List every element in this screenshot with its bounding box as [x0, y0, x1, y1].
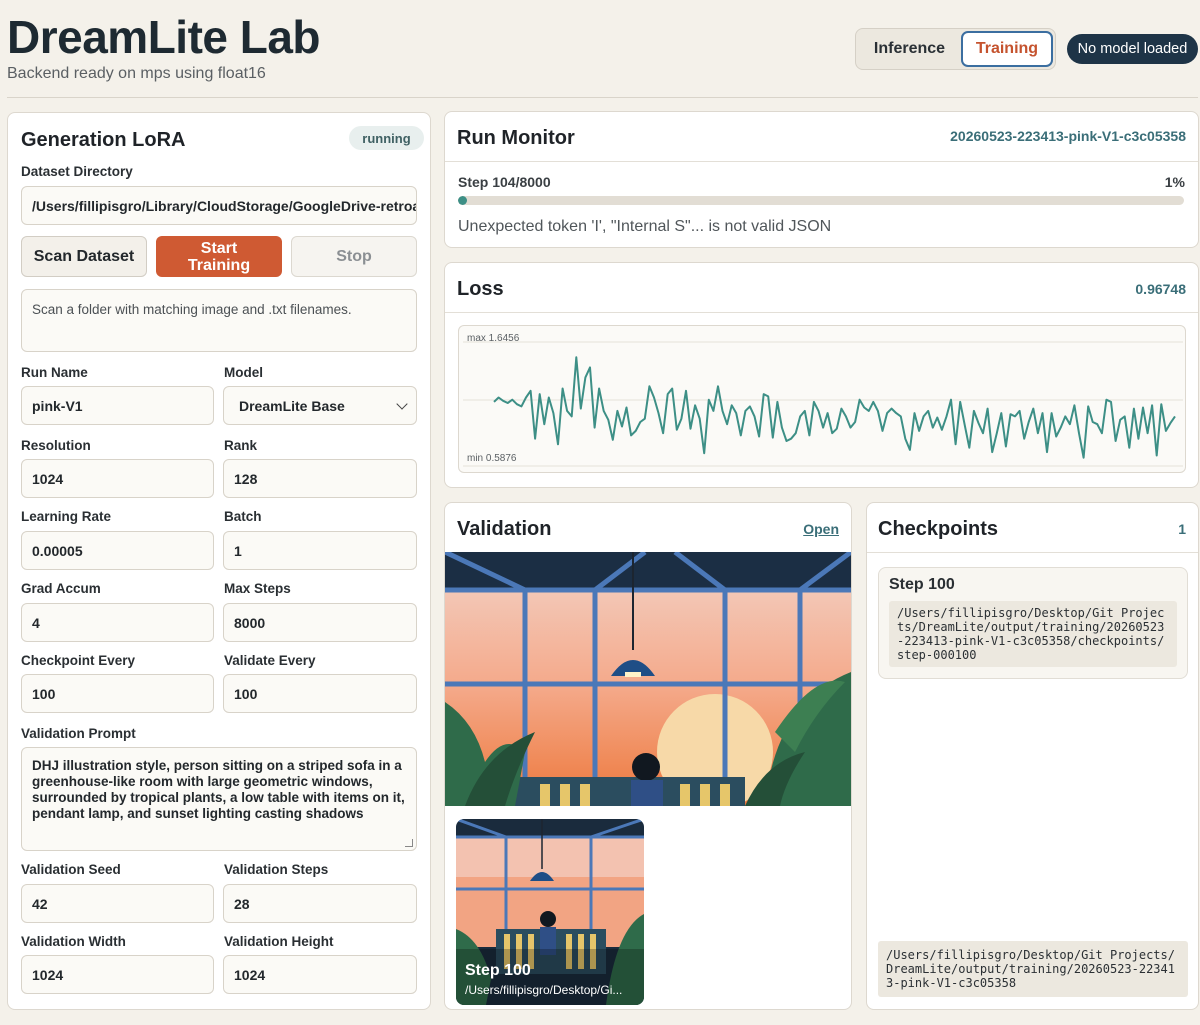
lora-title: Generation LoRA: [21, 129, 186, 151]
inference-tab[interactable]: Inference: [858, 31, 961, 67]
checkpoints-title: Checkpoints: [878, 518, 999, 540]
model-select-value: DreamLite Base: [239, 397, 345, 414]
loss-series-line: [493, 356, 1176, 459]
scan-dataset-button[interactable]: Scan Dataset: [21, 236, 147, 277]
checkpoints-panel: Checkpoints 1 Step 100 /Users/fillipisgr…: [866, 502, 1199, 1010]
checkpoint-card[interactable]: Step 100 /Users/fillipisgro/Desktop/Git …: [878, 567, 1188, 679]
max-steps-label: Max Steps: [224, 581, 291, 596]
validate-every-label: Validate Every: [224, 653, 316, 668]
current-loss: 0.96748: [1135, 281, 1186, 297]
learning-rate-label: Learning Rate: [21, 509, 112, 524]
chart-max-label: max 1.6456: [467, 333, 520, 344]
validation-seed-label: Validation Seed: [21, 862, 121, 877]
batch-input[interactable]: 1: [223, 531, 417, 570]
dataset-input[interactable]: /Users/fillipisgro/Library/CloudStorage/…: [21, 186, 417, 225]
validation-title: Validation: [457, 518, 552, 540]
progress-fill: [458, 196, 468, 205]
output-dir-path: /Users/fillipisgro/Desktop/Git Projects/…: [878, 941, 1188, 997]
run-monitor-title: Run Monitor: [457, 127, 575, 149]
resolution-input[interactable]: 1024: [21, 459, 214, 498]
rank-label: Rank: [224, 438, 258, 453]
dataset-hint: Scan a folder with matching image and .t…: [21, 289, 417, 352]
validation-illustration: [445, 552, 851, 806]
lora-panel: Generation LoRA running Dataset Director…: [7, 112, 431, 1010]
validation-height-label: Validation Height: [224, 934, 334, 949]
backend-status: Backend ready on mps using float16: [7, 65, 266, 82]
validation-prompt-label: Validation Prompt: [21, 726, 136, 741]
checkpoint-step: Step 100: [889, 576, 955, 593]
validation-width-input[interactable]: 1024: [21, 955, 214, 994]
open-link[interactable]: Open: [803, 521, 839, 537]
validation-width-label: Validation Width: [21, 934, 126, 949]
checkpoint-path: /Users/fillipisgro/Desktop/Git Projects/…: [889, 601, 1177, 667]
loss-title: Loss: [457, 278, 504, 300]
error-message: Unexpected token 'I', "Internal S"... is…: [458, 218, 832, 235]
grad-accum-input[interactable]: 4: [21, 603, 214, 642]
max-steps-input[interactable]: 8000: [223, 603, 417, 642]
app-title: DreamLite Lab: [7, 11, 321, 63]
training-tab[interactable]: Training: [960, 31, 1053, 67]
rank-input[interactable]: 128: [223, 459, 417, 498]
run-name-input[interactable]: pink-V1: [21, 386, 214, 425]
mode-switch: Inference Training: [855, 28, 1056, 70]
status-badge: running: [349, 126, 424, 150]
chevron-down-icon: [396, 398, 408, 410]
validation-panel: Validation Open Step 100 /Users/fillipis…: [444, 502, 852, 1010]
run-name-label: Run Name: [21, 365, 88, 380]
run-id: 20260523-223413-pink-V1-c3c05358: [950, 128, 1186, 144]
checkpoint-every-label: Checkpoint Every: [21, 653, 136, 668]
validation-image[interactable]: [445, 552, 851, 806]
validate-every-input[interactable]: 100: [223, 674, 417, 713]
stop-button[interactable]: Stop: [291, 236, 417, 277]
divider: [867, 552, 1198, 553]
validation-steps-label: Validation Steps: [224, 862, 329, 877]
header-divider: [7, 97, 1198, 98]
model-select[interactable]: DreamLite Base: [223, 386, 417, 425]
learning-rate-input[interactable]: 0.00005: [21, 531, 214, 570]
divider: [445, 312, 1198, 313]
chart-min-label: min 0.5876: [467, 453, 517, 464]
progress-percent: 1%: [1164, 174, 1185, 190]
resolution-label: Resolution: [21, 438, 91, 453]
model-label: Model: [224, 365, 263, 380]
dataset-label: Dataset Directory: [21, 164, 133, 179]
checkpoint-count: 1: [1178, 521, 1186, 537]
validation-steps-input[interactable]: 28: [223, 884, 417, 923]
validation-height-input[interactable]: 1024: [223, 955, 417, 994]
loss-chart: max 1.6456 min 0.5876: [458, 325, 1186, 473]
validation-prompt-text: DHJ illustration style, person sitting o…: [32, 758, 405, 821]
progress-bar: [458, 196, 1184, 205]
loss-chart-svg: [463, 341, 1183, 467]
step-counter: Step 104/8000: [458, 174, 551, 190]
resize-handle[interactable]: [405, 839, 413, 847]
grad-accum-label: Grad Accum: [21, 581, 101, 596]
validation-thumbnail[interactable]: Step 100 /Users/fillipisgro/Desktop/Gi..…: [456, 819, 644, 1005]
batch-label: Batch: [224, 509, 262, 524]
loss-panel: Loss 0.96748 max 1.6456 min 0.5876: [444, 262, 1199, 488]
model-status-badge: No model loaded: [1067, 34, 1198, 64]
thumbnail-path: /Users/fillipisgro/Desktop/Gi...: [465, 983, 623, 997]
checkpoint-every-input[interactable]: 100: [21, 674, 214, 713]
run-monitor-panel: Run Monitor 20260523-223413-pink-V1-c3c0…: [444, 111, 1199, 248]
validation-seed-input[interactable]: 42: [21, 884, 214, 923]
validation-prompt-input[interactable]: DHJ illustration style, person sitting o…: [21, 747, 417, 851]
thumbnail-step: Step 100: [465, 962, 531, 979]
divider: [445, 161, 1198, 162]
start-training-button[interactable]: Start Training: [156, 236, 282, 277]
